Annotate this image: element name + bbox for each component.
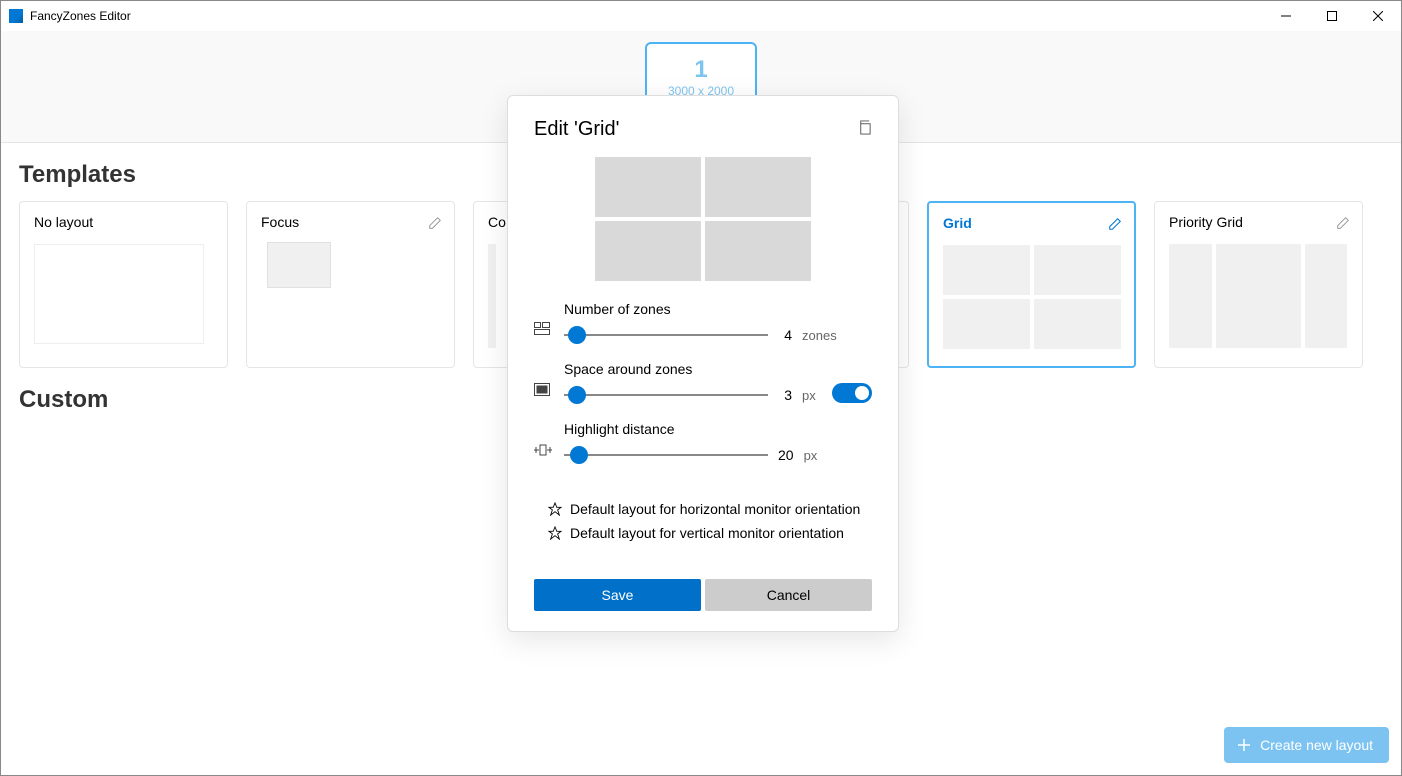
spacing-icon	[534, 383, 552, 405]
save-button[interactable]: Save	[534, 579, 701, 611]
space-slider[interactable]	[564, 385, 768, 405]
star-icon	[548, 502, 562, 516]
highlight-value: 20	[778, 447, 794, 463]
setting-label: Space around zones	[564, 361, 820, 377]
app-icon	[9, 9, 23, 23]
template-name: Co	[488, 214, 506, 230]
window-title: FancyZones Editor	[30, 9, 131, 23]
template-name: Grid	[943, 215, 972, 231]
close-button[interactable]	[1355, 1, 1401, 31]
create-button-label: Create new layout	[1260, 737, 1373, 753]
space-unit: px	[802, 388, 816, 403]
template-preview	[34, 244, 204, 344]
setting-label: Number of zones	[564, 301, 872, 317]
template-name: Priority Grid	[1169, 214, 1243, 230]
default-vertical-label: Default layout for vertical monitor orie…	[570, 525, 844, 541]
copy-icon[interactable]	[857, 120, 872, 140]
maximize-button[interactable]	[1309, 1, 1355, 31]
create-new-layout-button[interactable]: Create new layout	[1224, 727, 1389, 763]
template-card-focus[interactable]: Focus	[246, 201, 455, 368]
template-preview	[267, 242, 331, 288]
default-horizontal-label: Default layout for horizontal monitor or…	[570, 501, 860, 517]
pencil-icon[interactable]	[1108, 217, 1122, 236]
window-controls	[1263, 1, 1401, 31]
template-name: No layout	[34, 214, 93, 230]
template-card-no-layout[interactable]: No layout	[19, 201, 228, 368]
minimize-button[interactable]	[1263, 1, 1309, 31]
zones-unit: zones	[802, 328, 837, 343]
cancel-button[interactable]: Cancel	[705, 579, 872, 611]
setting-highlight-distance: Highlight distance 20 px	[534, 421, 872, 465]
plus-icon	[1236, 737, 1252, 753]
template-preview	[1169, 244, 1347, 348]
layout-large-preview	[595, 157, 811, 281]
titlebar: FancyZones Editor	[1, 1, 1401, 31]
edit-layout-dialog: Edit 'Grid' Number of zones 4 zones Spac	[507, 95, 899, 632]
star-icon	[548, 526, 562, 540]
template-card-grid[interactable]: Grid	[927, 201, 1136, 368]
monitor-index: 1	[647, 56, 755, 84]
setting-space-around-zones: Space around zones 3 px	[534, 361, 872, 405]
template-preview	[943, 245, 1121, 349]
highlight-slider[interactable]	[564, 445, 768, 465]
default-vertical-row[interactable]: Default layout for vertical monitor orie…	[548, 525, 872, 541]
space-value: 3	[778, 387, 792, 403]
zones-icon	[534, 322, 552, 345]
pencil-icon[interactable]	[1336, 216, 1350, 235]
zones-slider[interactable]	[564, 325, 768, 345]
setting-label: Highlight distance	[564, 421, 872, 437]
highlight-unit: px	[804, 448, 818, 463]
template-card-priority-grid[interactable]: Priority Grid	[1154, 201, 1363, 368]
dialog-title: Edit 'Grid'	[534, 118, 872, 141]
highlight-icon	[534, 443, 552, 465]
default-horizontal-row[interactable]: Default layout for horizontal monitor or…	[548, 501, 872, 517]
zones-value: 4	[778, 327, 792, 343]
template-name: Focus	[261, 214, 299, 230]
space-toggle[interactable]	[832, 383, 872, 403]
setting-number-of-zones: Number of zones 4 zones	[534, 301, 872, 345]
pencil-icon[interactable]	[428, 216, 442, 235]
